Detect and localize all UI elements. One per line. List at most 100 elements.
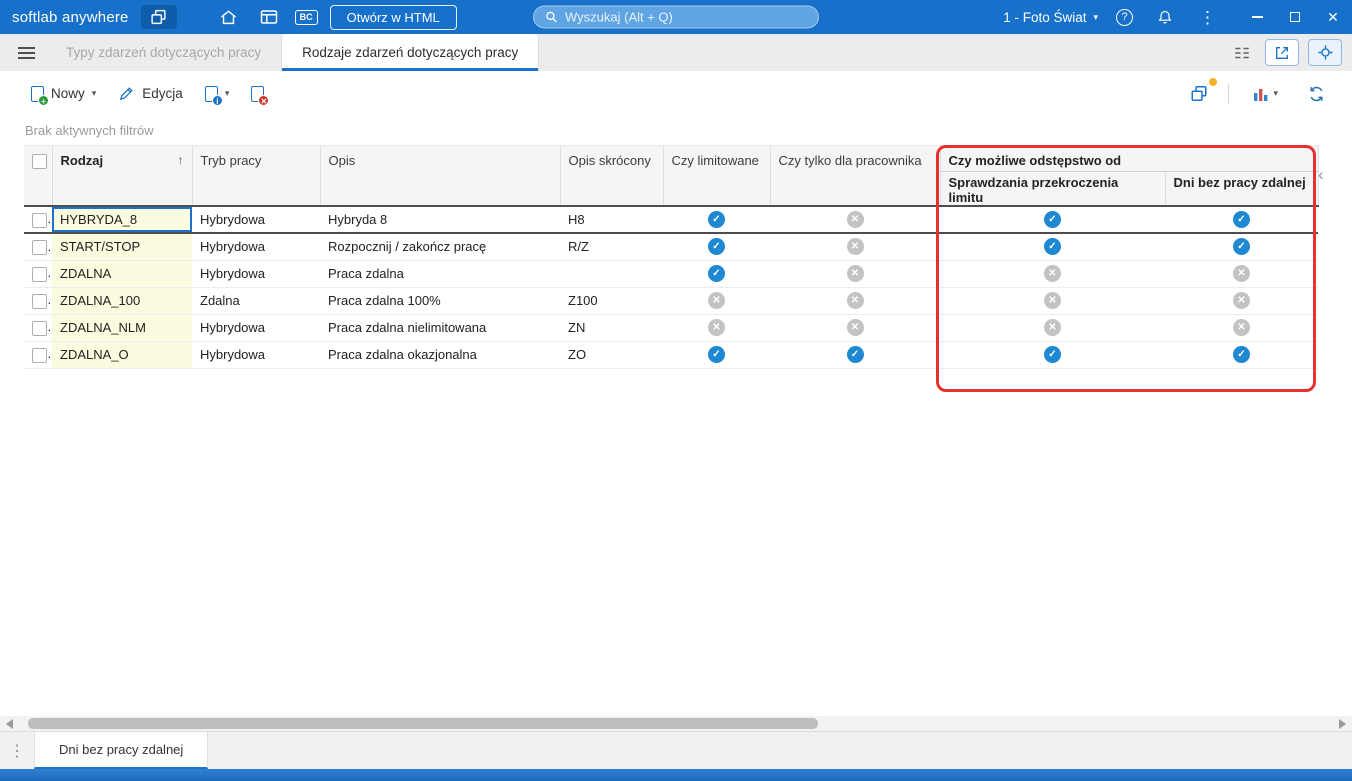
bool-cell[interactable] — [1165, 341, 1318, 369]
search-input[interactable] — [565, 9, 807, 25]
scroll-left-arrow[interactable] — [6, 719, 13, 729]
bool-cell[interactable] — [1165, 314, 1318, 342]
row-checkbox[interactable] — [32, 266, 47, 282]
text-cell[interactable]: Rozpocznij / zakończ pracę — [320, 233, 560, 261]
row-checkbox[interactable] — [32, 347, 47, 363]
text-cell[interactable] — [560, 260, 663, 288]
scroll-right-arrow[interactable] — [1339, 719, 1346, 729]
bool-cell[interactable] — [940, 314, 1165, 342]
bool-cell[interactable] — [940, 287, 1165, 315]
text-cell[interactable]: Z100 — [560, 287, 663, 315]
more-menu-button[interactable]: ⋮ — [1197, 9, 1218, 26]
row-checkbox[interactable] — [32, 320, 47, 336]
col-header-opis[interactable]: Opis — [320, 145, 561, 207]
bool-cell[interactable] — [770, 205, 940, 234]
text-cell[interactable]: ZDALNA_O — [52, 341, 192, 369]
text-cell[interactable]: ZDALNA_100 — [52, 287, 192, 315]
row-checkbox[interactable] — [32, 293, 47, 309]
select-all-checkbox[interactable] — [32, 154, 47, 170]
text-cell[interactable]: Praca zdalna okazjonalna — [320, 341, 560, 369]
delete-button[interactable]: ✕ — [242, 81, 273, 107]
bool-cell[interactable] — [1165, 233, 1318, 261]
tab-list-button[interactable] — [1228, 40, 1256, 66]
text-cell[interactable]: ZO — [560, 341, 663, 369]
bool-cell[interactable] — [663, 205, 770, 234]
table-row[interactable]: ZDALNA_100 Zdalna Praca zdalna 100% Z100 — [24, 287, 1318, 315]
text-cell[interactable]: START/STOP — [52, 233, 192, 261]
chart-button[interactable]: ▾ — [1244, 81, 1287, 107]
modules-button[interactable] — [140, 5, 177, 29]
bool-cell[interactable] — [770, 341, 940, 369]
menu-button[interactable] — [0, 34, 46, 71]
table-row[interactable]: ZDALNA_NLM Hybrydowa Praca zdalna nielimit… — [24, 314, 1318, 342]
text-cell[interactable]: R/Z — [560, 233, 663, 261]
col-header-dni-bez-pracy-zdalnej[interactable]: Dni bez pracy zdalnej — [1165, 171, 1319, 207]
text-cell[interactable]: Praca zdalna 100% — [320, 287, 560, 315]
refresh-button[interactable] — [1302, 81, 1330, 107]
table-row[interactable]: HYBRYDA_8 Hybrydowa Hybryda 8 H8 — [24, 205, 1318, 234]
col-header-opis-skrocony[interactable]: Opis skrócony — [560, 145, 664, 207]
table-row[interactable]: ZDALNA_O Hybrydowa Praca zdalna okazjonaln… — [24, 341, 1318, 369]
col-header-tryb-pracy[interactable]: Tryb pracy — [192, 145, 321, 207]
text-cell[interactable]: Hybrydowa — [192, 260, 320, 288]
text-cell[interactable]: Zdalna — [192, 287, 320, 315]
text-cell[interactable]: H8 — [560, 205, 663, 234]
text-cell[interactable]: ZN — [560, 314, 663, 342]
close-button[interactable]: ✕ — [1326, 10, 1340, 24]
table-row[interactable]: ZDALNA Hybrydowa Praca zdalna — [24, 260, 1318, 288]
bool-cell[interactable] — [663, 341, 770, 369]
text-cell[interactable]: HYBRYDA_8 — [52, 205, 192, 234]
text-cell[interactable]: Praca zdalna — [320, 260, 560, 288]
table-row[interactable]: START/STOP Hybrydowa Rozpocznij / zakończ … — [24, 233, 1318, 261]
bool-cell[interactable] — [940, 233, 1165, 261]
row-checkbox[interactable] — [32, 239, 47, 255]
share-button[interactable] — [1265, 39, 1299, 66]
bool-cell[interactable] — [663, 233, 770, 261]
open-in-html-button[interactable]: Otwórz w HTML — [329, 4, 457, 30]
col-header-czy-tylko-dla-pracownika[interactable]: Czy tylko dla pracownika — [770, 145, 941, 207]
col-header-rodzaj[interactable]: Rodzaj ↑ — [52, 145, 193, 207]
home-button[interactable] — [215, 4, 243, 30]
maximize-button[interactable] — [1288, 10, 1302, 24]
search-box[interactable] — [533, 5, 819, 29]
bool-cell[interactable] — [1165, 205, 1318, 234]
bool-cell[interactable] — [1165, 260, 1318, 288]
text-cell[interactable]: Hybrydowa — [192, 233, 320, 261]
col-header-sprawdzania-limitu[interactable]: Sprawdzania przekroczenia limitu — [940, 171, 1166, 207]
news-button[interactable] — [255, 4, 283, 30]
col-header-czy-limitowane[interactable]: Czy limitowane — [663, 145, 771, 207]
text-cell[interactable]: Hybrydowa — [192, 205, 320, 234]
bool-cell[interactable] — [770, 233, 940, 261]
text-cell[interactable]: ZDALNA — [52, 260, 192, 288]
text-cell[interactable]: Hybrydowa — [192, 341, 320, 369]
bool-cell[interactable] — [663, 260, 770, 288]
horizontal-scrollbar[interactable] — [0, 716, 1352, 731]
bool-cell[interactable] — [770, 260, 940, 288]
tab-typy-zdarzen[interactable]: Typy zdarzeń dotyczących pracy — [46, 34, 281, 71]
tab-rodzaje-zdarzen[interactable]: Rodzaje zdarzeń dotyczących pracy — [281, 34, 540, 71]
bottom-kebab-icon[interactable]: ⋮ — [0, 732, 34, 769]
company-selector[interactable]: 1 - Foto Świat ▾ — [1003, 10, 1098, 25]
bottom-tab-dni-bez-pracy-zdalnej[interactable]: Dni bez pracy zdalnej — [34, 732, 209, 769]
scrollbar-thumb[interactable] — [28, 718, 818, 729]
text-cell[interactable]: ZDALNA_NLM — [52, 314, 192, 342]
notifications-button[interactable] — [1151, 4, 1179, 30]
text-cell[interactable]: Hybrydowa — [192, 314, 320, 342]
text-cell[interactable]: Praca zdalna nielimitowana — [320, 314, 560, 342]
bool-cell[interactable] — [1165, 287, 1318, 315]
bool-cell[interactable] — [940, 260, 1165, 288]
bool-cell[interactable] — [663, 314, 770, 342]
bool-cell[interactable] — [770, 287, 940, 315]
select-all-header[interactable] — [24, 145, 53, 207]
bc-button[interactable]: BC — [294, 9, 318, 25]
bool-cell[interactable] — [940, 341, 1165, 369]
doc-info-button[interactable]: i ▾ — [196, 81, 239, 107]
collapse-panel-icon[interactable]: ‹ — [1318, 165, 1324, 185]
locate-button[interactable] — [1308, 39, 1342, 66]
text-cell[interactable]: Hybryda 8 — [320, 205, 560, 234]
bool-cell[interactable] — [663, 287, 770, 315]
minimize-button[interactable] — [1250, 10, 1264, 24]
instances-button[interactable] — [1185, 77, 1218, 107]
row-checkbox[interactable] — [32, 212, 47, 228]
bool-cell[interactable] — [940, 205, 1165, 234]
